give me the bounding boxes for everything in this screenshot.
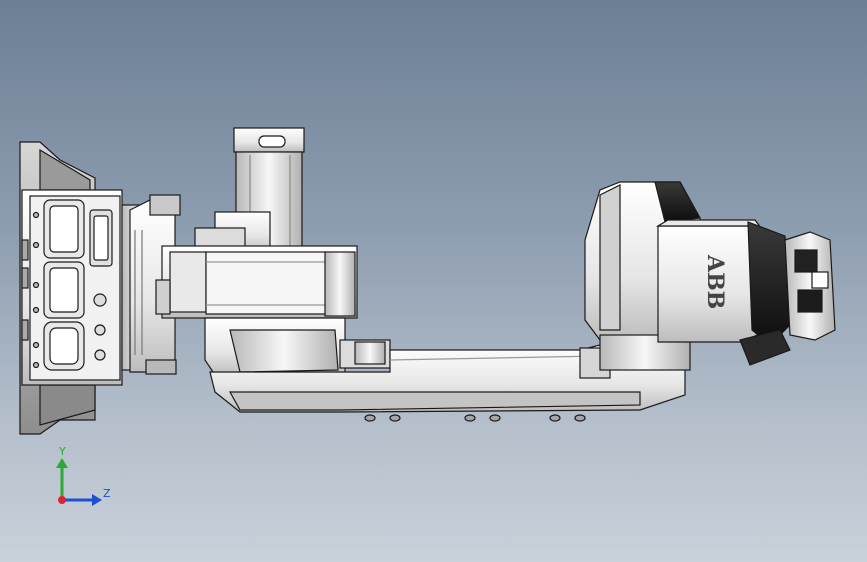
abb-logo: ABB [702, 254, 728, 309]
robot-model-view[interactable]: ABB Y Z [0, 0, 867, 562]
wrist-cover: ABB [655, 219, 791, 346]
y-axis-arrowhead [56, 458, 68, 468]
cad-graphics-viewport[interactable]: ABB Y Z [0, 0, 867, 562]
z-axis-label: Z [103, 487, 111, 500]
robot-base [19, 141, 123, 435]
triad-origin [58, 496, 66, 504]
z-axis-arrowhead [92, 494, 102, 506]
axis-2-motor [155, 127, 358, 319]
view-orientation-triad[interactable]: Y Z [56, 445, 111, 506]
axis-2-gear-housing [204, 317, 391, 376]
y-axis-label: Y [58, 445, 66, 458]
